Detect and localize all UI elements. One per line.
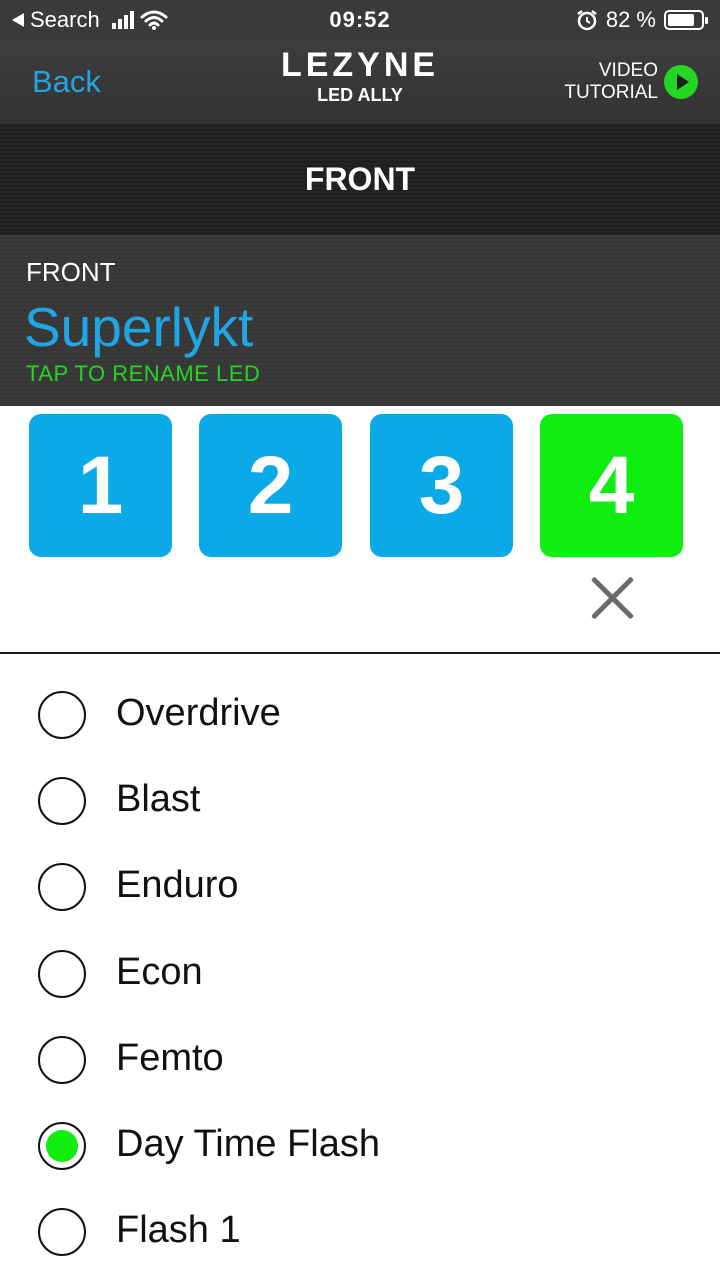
back-arrow-icon	[12, 13, 24, 27]
radio-button[interactable]	[38, 1036, 86, 1084]
option-label: Day Time Flash	[116, 1123, 380, 1165]
status-bar: Search 09:52 82 %	[0, 0, 720, 40]
mode-button-1[interactable]: 1	[29, 414, 172, 557]
play-icon	[664, 65, 698, 99]
back-app-label: Search	[30, 7, 100, 32]
radio-button[interactable]	[38, 1208, 86, 1256]
led-name[interactable]: Superlykt	[24, 295, 253, 359]
led-position: FRONT	[26, 257, 116, 287]
radio-button[interactable]	[38, 777, 86, 825]
status-right: 82 %	[576, 7, 708, 33]
option-blast[interactable]: Blast	[0, 758, 720, 844]
mode-selector: 1 2 3 4	[0, 406, 720, 652]
nav-bar: Back LEZYNE LED ALLY VIDEO TUTORIAL	[0, 40, 720, 124]
battery-percent: 82 %	[605, 7, 656, 32]
option-day-time-flash[interactable]: Day Time Flash	[0, 1103, 720, 1189]
option-econ[interactable]: Econ	[0, 931, 720, 1017]
section-title: FRONT	[0, 124, 720, 234]
option-label: Femto	[116, 1037, 224, 1079]
option-femto[interactable]: Femto	[0, 1017, 720, 1103]
mode-button-2[interactable]: 2	[199, 414, 342, 557]
option-label: Econ	[116, 951, 203, 993]
alarm-icon	[577, 10, 597, 31]
option-label: Flash 1	[116, 1209, 241, 1251]
video-tutorial-line1: VIDEO	[598, 60, 658, 81]
video-tutorial-line2: TUTORIAL	[564, 82, 658, 103]
led-info-panel: FRONT Superlykt TAP TO RENAME LED	[0, 234, 720, 406]
option-label: Enduro	[116, 864, 239, 906]
radio-button[interactable]	[38, 950, 86, 998]
option-label: Overdrive	[116, 692, 281, 734]
radio-button[interactable]	[38, 691, 86, 739]
rename-led-link[interactable]: TAP TO RENAME LED	[26, 361, 260, 387]
option-flash-1[interactable]: Flash 1	[0, 1189, 720, 1275]
battery-icon	[664, 10, 708, 30]
video-tutorial-label: VIDEO TUTORIAL	[564, 60, 658, 104]
option-overdrive[interactable]: Overdrive	[0, 672, 720, 758]
radio-button[interactable]	[38, 1122, 86, 1170]
close-icon[interactable]	[588, 574, 636, 622]
option-enduro[interactable]: Enduro	[0, 844, 720, 930]
video-tutorial-button[interactable]: VIDEO TUTORIAL	[564, 60, 698, 104]
divider	[0, 652, 720, 654]
option-label: Blast	[116, 778, 201, 820]
wifi-icon	[140, 10, 168, 30]
mode-button-4[interactable]: 4	[540, 414, 683, 557]
signal-icon	[111, 11, 134, 29]
radio-button[interactable]	[38, 863, 86, 911]
mode-button-3[interactable]: 3	[370, 414, 513, 557]
status-left[interactable]: Search	[12, 7, 168, 33]
